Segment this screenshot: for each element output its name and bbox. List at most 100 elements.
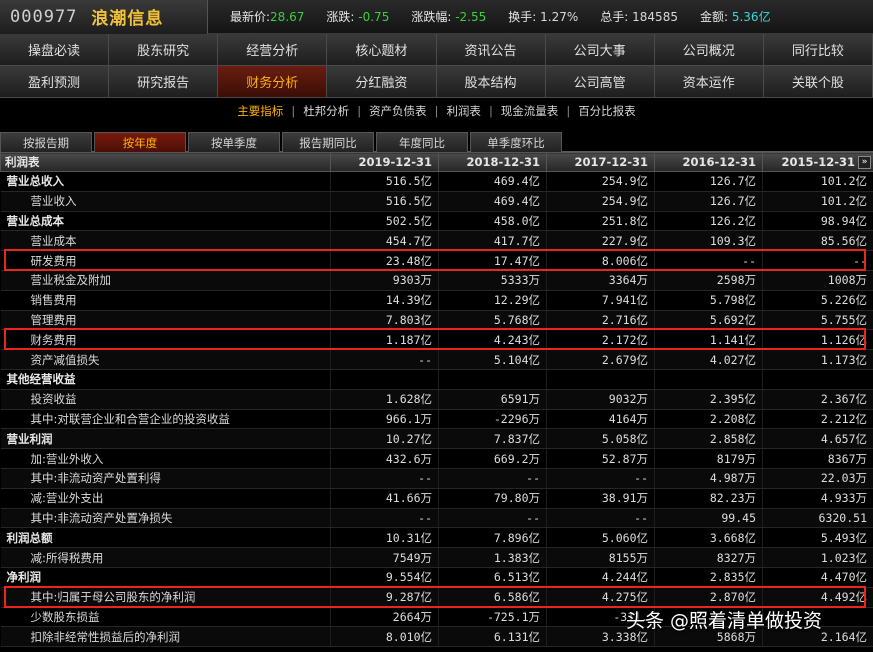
row-value: 1.141亿 [654, 329, 763, 351]
period-tabs: 按报告期 按年度 按单季度 报告期同比 年度同比 单季度环比 [0, 132, 873, 152]
table-row: 其他经营收益 [0, 369, 873, 390]
row-value: -- [762, 250, 873, 271]
row-value: 85.56亿 [762, 230, 873, 252]
row-value: 14.39亿 [330, 290, 439, 311]
subtab[interactable]: 资产负债表 [363, 103, 433, 119]
row-value: 1.173亿 [762, 349, 873, 370]
row-value: 2664万 [330, 607, 439, 628]
period-tab[interactable]: 按单季度 [188, 132, 280, 152]
row-value: 1.383亿 [438, 547, 547, 568]
table-row: 财务费用 1.187亿 4.243亿 2.172亿 1.141亿 1.126亿 [0, 329, 873, 351]
subtab[interactable]: 利润表 [440, 103, 487, 119]
nav-tab[interactable]: 财务分析 [218, 66, 328, 98]
table-row: 加:营业外收入 432.6万 669.2万 52.87万 8179万 8367万 [0, 448, 873, 469]
table-row: 营业总收入 516.5亿 469.4亿 254.9亿 126.7亿 101.2亿 [0, 171, 873, 192]
row-value: 2.367亿 [762, 389, 873, 410]
row-value: 5.798亿 [654, 290, 763, 311]
stock-code: 000977 [10, 6, 78, 27]
row-label: 营业税金及附加 [0, 270, 331, 291]
nav-tab[interactable]: 公司大事 [545, 34, 655, 66]
nav-tab[interactable]: 公司概况 [654, 34, 764, 66]
row-value: 101.2亿 [762, 171, 873, 192]
nav-tab[interactable]: 研究报告 [109, 66, 219, 98]
row-value: 8155万 [546, 547, 655, 568]
row-value: 7.837亿 [438, 428, 547, 450]
nav-tab[interactable]: 核心题材 [327, 34, 437, 66]
row-value: 5.226亿 [762, 290, 873, 311]
row-value: 458.0亿 [438, 211, 547, 232]
row-value: 126.7亿 [654, 171, 763, 192]
row-value: 6591万 [438, 389, 547, 410]
period-tab[interactable]: 按报告期 [0, 132, 92, 152]
row-value: 2.395亿 [654, 389, 763, 410]
row-label: 营业总收入 [0, 171, 331, 192]
row-value: 4.275亿 [546, 587, 655, 608]
row-value: -- [330, 508, 439, 529]
row-value: 417.7亿 [438, 230, 547, 252]
table-row: 营业收入 516.5亿 469.4亿 254.9亿 126.7亿 101.2亿 [0, 191, 873, 212]
nav-tab[interactable]: 股东研究 [109, 34, 219, 66]
nav-tab[interactable]: 公司高管 [545, 66, 655, 98]
table-row: 其中:对联营企业和合营企业的投资收益 966.1万 -2296万 4164万 2.208… [0, 409, 873, 430]
row-value: 4.987万 [654, 468, 763, 489]
period-tab[interactable]: 报告期同比 [282, 132, 374, 152]
subtab[interactable]: 主要指标 [231, 103, 289, 119]
row-value: -- [330, 349, 439, 370]
row-value [654, 369, 763, 390]
row-value: 3.668亿 [654, 527, 763, 549]
nav-tab[interactable]: 资讯公告 [436, 34, 546, 66]
row-value: 516.5亿 [330, 171, 439, 192]
row-label: 扣除非经常性损益后的净利润 [0, 626, 331, 648]
row-label: 资产减值损失 [0, 349, 331, 370]
row-label: 利润总额 [0, 527, 331, 549]
row-value: 1008万 [762, 270, 873, 291]
period-tab[interactable]: 年度同比 [376, 132, 468, 152]
row-value: 5333万 [438, 270, 547, 291]
row-label: 研发费用 [0, 250, 331, 271]
period-tab[interactable]: 单季度环比 [470, 132, 562, 152]
row-value: 1.187亿 [330, 329, 439, 351]
row-value: 99.45 [654, 508, 763, 529]
row-label: 投资收益 [0, 389, 331, 410]
table-row: 资产减值损失 -- 5.104亿 2.679亿 4.027亿 1.173亿 [0, 349, 873, 370]
row-value: 7.941亿 [546, 290, 655, 311]
row-value: 8367万 [762, 448, 873, 469]
change-pct-label: 涨跌幅: [411, 10, 452, 24]
table-row: 研发费用 23.48亿 17.47亿 8.006亿 -- -- [0, 250, 873, 271]
nav-tab[interactable]: 关联个股 [763, 66, 873, 98]
row-value: 1.126亿 [762, 329, 873, 351]
nav-tab[interactable]: 同行比较 [763, 34, 873, 66]
income-statement-table: 利润表 2019-12-31 2018-12-31 2017-12-31 201… [0, 152, 873, 652]
row-value: 432.6万 [330, 448, 439, 469]
subtab[interactable]: 杜邦分析 [297, 103, 355, 119]
row-value: 5.060亿 [546, 527, 655, 549]
row-value: 126.2亿 [654, 211, 763, 232]
row-value: 2.208亿 [654, 409, 763, 430]
more-columns-button[interactable]: » [858, 156, 871, 169]
nav-tab[interactable]: 操盘必读 [0, 34, 110, 66]
row-value: 516.5亿 [330, 191, 439, 212]
table-row: 销售费用 14.39亿 12.29亿 7.941亿 5.798亿 5.226亿 [0, 290, 873, 311]
subtab[interactable]: 现金流量表 [495, 103, 565, 119]
row-label: 营业收入 [0, 191, 331, 212]
row-value: 254.9亿 [546, 191, 655, 212]
subtab[interactable]: 百分比报表 [572, 103, 642, 119]
row-value: 17.47亿 [438, 250, 547, 271]
nav-tab[interactable]: 资本运作 [654, 66, 764, 98]
subtab-separator: | [566, 104, 571, 118]
row-label: 其他经营收益 [0, 369, 331, 390]
row-value: 12.29亿 [438, 290, 547, 311]
column-header: 2016-12-31 [654, 152, 763, 172]
nav-tab[interactable]: 分红融资 [327, 66, 437, 98]
period-tab[interactable]: 按年度 [94, 132, 186, 152]
table-row: 营业成本 454.7亿 417.7亿 227.9亿 109.3亿 85.56亿 [0, 230, 873, 252]
row-value: 1.023亿 [762, 547, 873, 568]
nav-tab[interactable]: 盈利预测 [0, 66, 110, 98]
volume-value: 184585 [632, 10, 678, 24]
row-value: 254.9亿 [546, 171, 655, 192]
table-row: 其中:非流动资产处置净损失 -- -- -- 99.45 6320.51 [0, 508, 873, 529]
nav-tab[interactable]: 经营分析 [218, 34, 328, 66]
quote-bar: 000977 浪潮信息 最新价:28.67 涨跌: -0.75 涨跌幅: -2.… [0, 0, 873, 34]
nav-tab[interactable]: 股本结构 [436, 66, 546, 98]
row-value: 4.470亿 [762, 567, 873, 588]
